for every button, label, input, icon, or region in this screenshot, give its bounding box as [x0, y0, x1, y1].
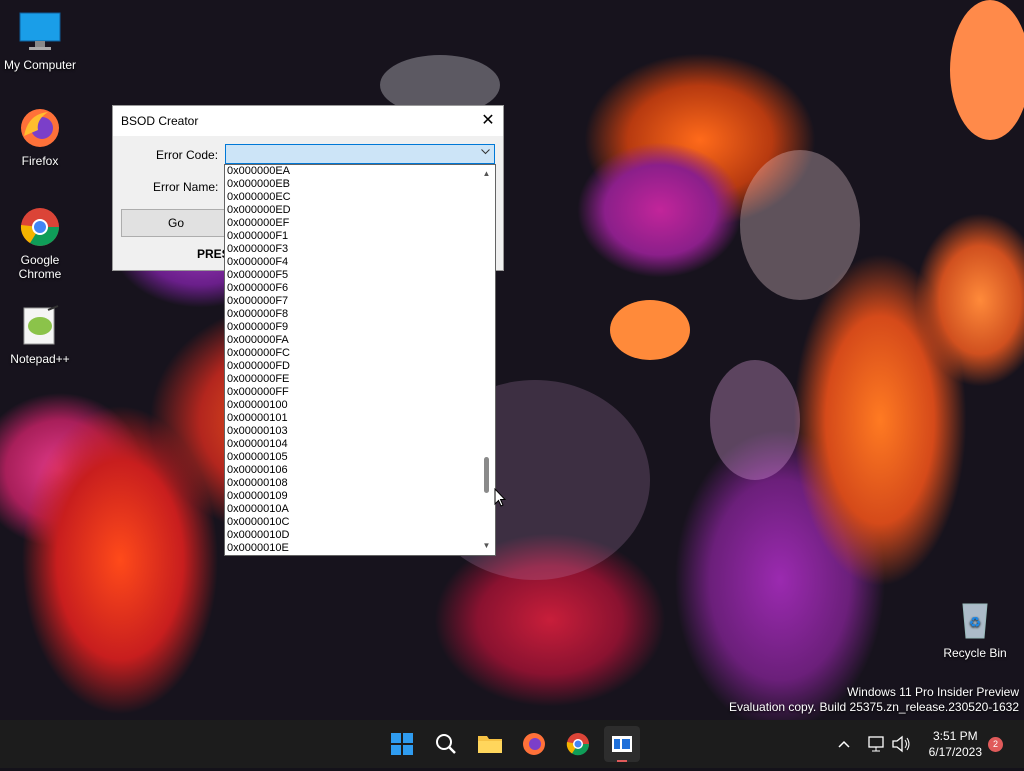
- firefox-taskbar-button[interactable]: [516, 726, 552, 762]
- go-button[interactable]: Go: [121, 209, 231, 237]
- taskbar: 3:51 PM 6/17/2023 2: [0, 720, 1024, 768]
- desktop-icon-notepad-plus-plus[interactable]: Notepad++: [0, 304, 80, 366]
- close-button[interactable]: ✕: [473, 106, 503, 136]
- start-button[interactable]: [384, 726, 420, 762]
- dropdown-items: 0x000000EA 0x000000EB 0x000000EC 0x000000ED…: [227, 165, 477, 555]
- desktop-icon-google-chrome[interactable]: Google Chrome: [0, 205, 80, 281]
- windows-logo-icon: [391, 733, 413, 755]
- dropdown-item[interactable]: 0x000000ED: [227, 204, 477, 217]
- title-bar[interactable]: BSOD Creator ✕: [113, 106, 503, 136]
- dropdown-item[interactable]: 0x000000FC: [227, 347, 477, 360]
- dropdown-item[interactable]: 0x00000103: [227, 425, 477, 438]
- error-name-label: Error Name:: [153, 180, 219, 194]
- scroll-up-arrow-icon[interactable]: ▲: [478, 167, 495, 181]
- error-code-label: Error Code:: [156, 148, 219, 162]
- wallpaper-bubble: [710, 360, 800, 480]
- watermark-line-2: Evaluation copy. Build 25375.zn_release.…: [729, 700, 1019, 714]
- windows-watermark: Windows 11 Pro Insider Preview Evaluatio…: [729, 685, 1019, 715]
- recycle-bin-icon: ♻: [953, 598, 997, 642]
- dropdown-item[interactable]: 0x000000EB: [227, 178, 477, 191]
- dropdown-item[interactable]: 0x000000F5: [227, 269, 477, 282]
- app-window-icon: [612, 736, 632, 762]
- wallpaper-blob: [610, 300, 690, 360]
- firefox-icon: [523, 733, 545, 755]
- wallpaper-bubble: [740, 150, 860, 300]
- scroll-down-arrow-icon[interactable]: ▼: [478, 539, 495, 553]
- clock-date: 6/17/2023: [928, 745, 982, 759]
- dropdown-item[interactable]: 0x000000FA: [227, 334, 477, 347]
- speaker-icon: [892, 735, 910, 753]
- watermark-line-1: Windows 11 Pro Insider Preview: [847, 685, 1019, 699]
- desktop-icon-label: Google Chrome: [18, 253, 62, 281]
- bsod-creator-taskbar-button[interactable]: [604, 726, 640, 762]
- clock-time: 3:51 PM: [932, 729, 978, 743]
- dropdown-item[interactable]: 0x000000F3: [227, 243, 477, 256]
- dropdown-item[interactable]: 0x00000104: [227, 438, 477, 451]
- dropdown-item[interactable]: 0x000000EF: [227, 217, 477, 230]
- dropdown-item[interactable]: 0x0000010C: [227, 516, 477, 529]
- wallpaper-blob: [950, 0, 1024, 140]
- chrome-icon: [566, 733, 590, 756]
- dropdown-item[interactable]: 0x00000100: [227, 399, 477, 412]
- show-hidden-icons-button[interactable]: [836, 720, 852, 768]
- dropdown-item[interactable]: 0x000000F7: [227, 295, 477, 308]
- error-code-dropdown-list[interactable]: 0x000000EA 0x000000EB 0x000000EC 0x000000ED…: [224, 164, 496, 556]
- dropdown-item[interactable]: 0x000000FF: [227, 386, 477, 399]
- firefox-icon: [18, 106, 62, 150]
- chrome-taskbar-button[interactable]: [560, 726, 596, 762]
- mouse-cursor-icon: [494, 487, 507, 513]
- chevron-down-icon[interactable]: [481, 147, 490, 158]
- dropdown-item[interactable]: 0x00000109: [227, 490, 477, 503]
- dropdown-scrollbar[interactable]: ▲ ▼: [478, 165, 495, 555]
- error-code-combobox[interactable]: [225, 144, 495, 164]
- dropdown-item[interactable]: 0x000000F4: [227, 256, 477, 269]
- desktop-icon-firefox[interactable]: Firefox: [0, 106, 80, 168]
- dropdown-item[interactable]: 0x0000010E: [227, 542, 477, 555]
- desktop-icon-my-computer[interactable]: My Computer: [0, 10, 80, 72]
- dropdown-item[interactable]: 0x000000EC: [227, 191, 477, 204]
- desktop-icon-label: Notepad++: [10, 352, 70, 366]
- dropdown-item[interactable]: 0x0000010A: [227, 503, 477, 516]
- desktop-icon-recycle-bin[interactable]: ♻ Recycle Bin: [935, 598, 1015, 660]
- dropdown-item[interactable]: 0x00000101: [227, 412, 477, 425]
- computer-icon: [18, 10, 62, 54]
- scrollbar-thumb[interactable]: [484, 457, 489, 493]
- dropdown-item[interactable]: 0x000000FD: [227, 360, 477, 373]
- desktop-icon-label: Firefox: [21, 154, 59, 168]
- search-icon: [436, 734, 456, 754]
- dropdown-item[interactable]: 0x0000010D: [227, 529, 477, 542]
- dropdown-item[interactable]: 0x000000F9: [227, 321, 477, 334]
- desktop-icon-label: Recycle Bin: [943, 646, 1007, 660]
- network-status-button[interactable]: [866, 720, 886, 768]
- dropdown-item[interactable]: 0x00000105: [227, 451, 477, 464]
- volume-button[interactable]: [890, 720, 912, 768]
- desktop-icon-label: My Computer: [3, 58, 77, 72]
- chrome-icon: [18, 205, 62, 249]
- window-title: BSOD Creator: [121, 114, 199, 128]
- search-button[interactable]: [428, 726, 464, 762]
- dropdown-item[interactable]: 0x000000F8: [227, 308, 477, 321]
- dropdown-item[interactable]: 0x00000108: [227, 477, 477, 490]
- folder-icon: [478, 736, 502, 753]
- dropdown-item[interactable]: 0x000000F1: [227, 230, 477, 243]
- chevron-up-icon: [838, 740, 850, 748]
- dropdown-item[interactable]: 0x000000F6: [227, 282, 477, 295]
- svg-text:♻: ♻: [969, 614, 982, 630]
- notification-badge[interactable]: 2: [988, 737, 1003, 752]
- notepad-plus-plus-icon: [18, 304, 62, 348]
- dropdown-item[interactable]: 0x00000106: [227, 464, 477, 477]
- taskbar-clock[interactable]: 3:51 PM 6/17/2023: [929, 728, 982, 760]
- network-icon: [868, 736, 884, 752]
- dropdown-item[interactable]: 0x000000FE: [227, 373, 477, 386]
- dropdown-item[interactable]: 0x000000EA: [227, 165, 477, 178]
- file-explorer-button[interactable]: [472, 726, 508, 762]
